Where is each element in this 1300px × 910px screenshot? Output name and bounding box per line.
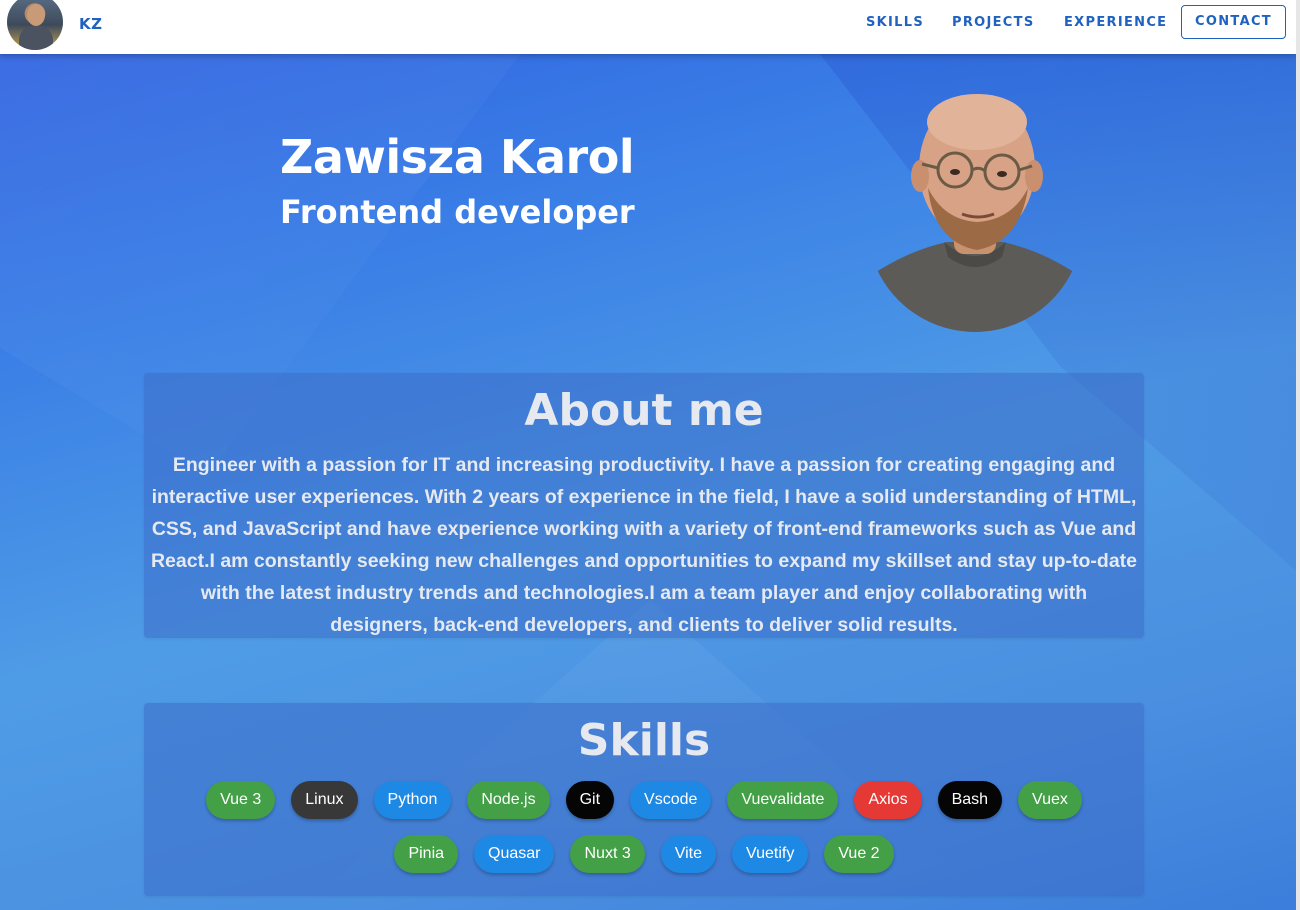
skill-chip[interactable]: Vuetify xyxy=(732,835,809,873)
logo-text[interactable]: KZ xyxy=(79,15,103,33)
skill-chip[interactable]: Axios xyxy=(854,781,922,819)
skills-chip-row: Vue 3 Linux Python Node.js Git Vscode Vuevalid… xyxy=(144,781,1144,819)
skill-chip[interactable]: Vue 3 xyxy=(206,781,276,819)
skill-chip[interactable]: Node.js xyxy=(467,781,550,819)
about-card: About me Engineer with a passion for IT … xyxy=(144,373,1144,638)
contact-button[interactable]: CONTACT xyxy=(1181,5,1286,39)
skill-chip[interactable]: Linux xyxy=(291,781,358,819)
skills-chip-row: Pinia Quasar Nuxt 3 Vite Vuetify Vue 2 xyxy=(144,835,1144,873)
profile-portrait xyxy=(867,94,1083,332)
skill-chip[interactable]: Pinia xyxy=(394,835,459,873)
skill-chip[interactable]: Git xyxy=(565,781,615,819)
hero-name: Zawisza Karol xyxy=(280,130,635,184)
skill-chip[interactable]: Vuex xyxy=(1018,781,1082,819)
app-bar: KZ SKILLS PROJECTS EXPERIENCE CONTACT xyxy=(0,0,1296,54)
nav-projects-link[interactable]: PROJECTS xyxy=(952,0,1034,46)
skill-chip[interactable]: Vscode xyxy=(630,781,712,819)
skill-chip[interactable]: Nuxt 3 xyxy=(570,835,645,873)
skill-chip[interactable]: Vuevalidate xyxy=(727,781,839,819)
about-title: About me xyxy=(524,385,764,436)
about-text: Engineer with a passion for IT and incre… xyxy=(150,454,1138,636)
nav-experience-link[interactable]: EXPERIENCE xyxy=(1064,0,1167,46)
skills-title: Skills xyxy=(577,715,711,766)
skill-chip[interactable]: Vue 2 xyxy=(824,835,894,873)
skill-chip[interactable]: Quasar xyxy=(474,835,555,873)
nav-skills-link[interactable]: SKILLS xyxy=(866,0,924,46)
skill-chip[interactable]: Python xyxy=(373,781,452,819)
portfolio-page: KZ SKILLS PROJECTS EXPERIENCE CONTACT Za… xyxy=(0,0,1300,910)
avatar-face xyxy=(27,4,45,26)
skills-card: Skills Vue 3 Linux Python Node.js Git Vscode V… xyxy=(144,703,1144,896)
skill-chip[interactable]: Bash xyxy=(937,781,1003,819)
avatar-body xyxy=(19,26,53,50)
scrollbar[interactable] xyxy=(1296,0,1300,910)
avatar[interactable] xyxy=(7,0,63,50)
hero-role: Frontend developer xyxy=(280,193,635,231)
skills-chips: Vue 3 Linux Python Node.js Git Vscode Vuevalid… xyxy=(144,781,1144,889)
skill-chip[interactable]: Vite xyxy=(660,835,717,873)
